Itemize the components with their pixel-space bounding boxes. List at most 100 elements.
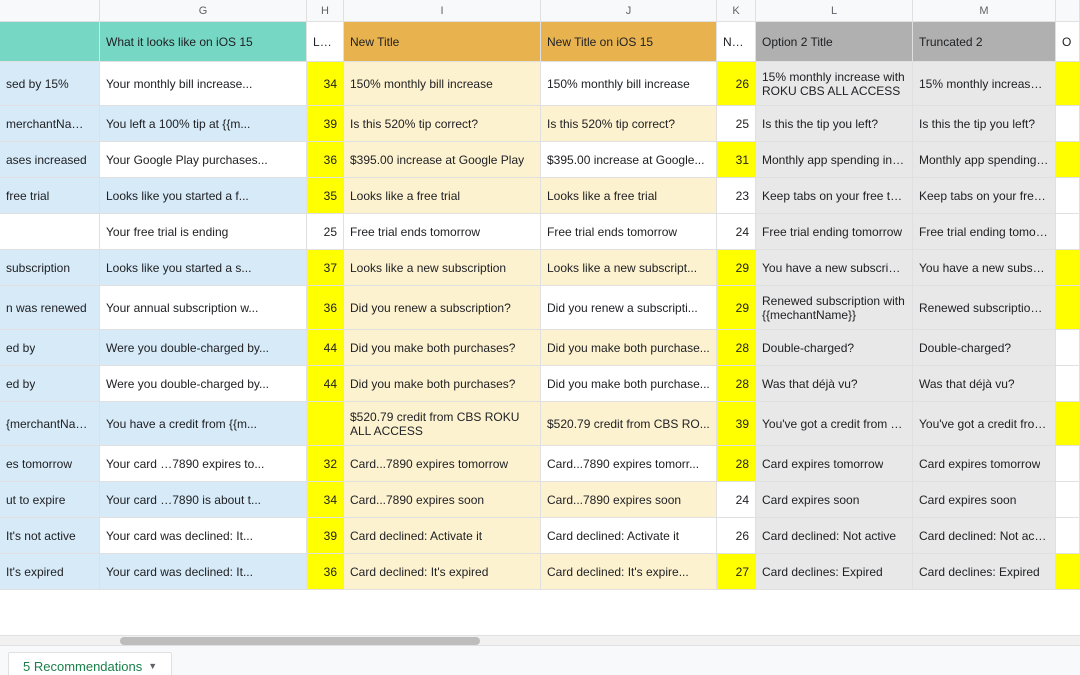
- cell-J[interactable]: Free trial ends tomorrow: [541, 214, 717, 249]
- cell-F[interactable]: ut to expire: [0, 482, 100, 517]
- cell-F[interactable]: ases increased: [0, 142, 100, 177]
- col-header-J[interactable]: J: [541, 0, 717, 21]
- cell-F[interactable]: It's not active: [0, 518, 100, 553]
- cell-M[interactable]: You've got a credit from T...: [913, 402, 1056, 445]
- cell-H[interactable]: 32: [307, 446, 344, 481]
- cell-J[interactable]: Card...7890 expires soon: [541, 482, 717, 517]
- cell-J[interactable]: $395.00 increase at Google...: [541, 142, 717, 177]
- cell-F[interactable]: sed by 15%: [0, 62, 100, 105]
- cell-L[interactable]: Free trial ending tomorrow: [756, 214, 913, 249]
- cell-N[interactable]: [1056, 554, 1080, 589]
- cell-H[interactable]: 39: [307, 518, 344, 553]
- col-header-M[interactable]: M: [913, 0, 1056, 21]
- cell-K[interactable]: 29: [717, 286, 756, 329]
- cell-H[interactable]: 37: [307, 250, 344, 285]
- cell-N[interactable]: [1056, 330, 1080, 365]
- horizontal-scrollbar[interactable]: [0, 635, 1080, 645]
- cell-K[interactable]: 31: [717, 142, 756, 177]
- cell-H[interactable]: 36: [307, 142, 344, 177]
- cell-L[interactable]: Double-charged?: [756, 330, 913, 365]
- cell-F[interactable]: free trial: [0, 178, 100, 213]
- cell-G[interactable]: Your annual subscription w...: [100, 286, 307, 329]
- cell-F[interactable]: merchantName}}: [0, 106, 100, 141]
- col-header-G[interactable]: G: [100, 0, 307, 21]
- hdr-H[interactable]: Length: [307, 22, 344, 61]
- hdr-I[interactable]: New Title: [344, 22, 541, 61]
- cell-K[interactable]: 24: [717, 214, 756, 249]
- col-header-L[interactable]: L: [756, 0, 913, 21]
- cell-F[interactable]: [0, 214, 100, 249]
- cell-I[interactable]: Did you make both purchases?: [344, 330, 541, 365]
- cell-J[interactable]: Card...7890 expires tomorr...: [541, 446, 717, 481]
- cell-K[interactable]: 28: [717, 366, 756, 401]
- cell-I[interactable]: Did you renew a subscription?: [344, 286, 541, 329]
- cell-G[interactable]: You left a 100% tip at {{m...: [100, 106, 307, 141]
- cell-K[interactable]: 28: [717, 330, 756, 365]
- cell-I[interactable]: Card declined: It's expired: [344, 554, 541, 589]
- cell-J[interactable]: $520.79 credit from CBS RO...: [541, 402, 717, 445]
- cell-H[interactable]: 35: [307, 178, 344, 213]
- cell-M[interactable]: 15% monthly increase with ...: [913, 62, 1056, 105]
- hdr-M[interactable]: Truncated 2: [913, 22, 1056, 61]
- cell-L[interactable]: Keep tabs on your free trial: [756, 178, 913, 213]
- cell-J[interactable]: Looks like a new subscript...: [541, 250, 717, 285]
- cell-G[interactable]: Your Google Play purchases...: [100, 142, 307, 177]
- col-header-I[interactable]: I: [344, 0, 541, 21]
- hdr-G[interactable]: What it looks like on iOS 15: [100, 22, 307, 61]
- cell-G[interactable]: Your free trial is ending: [100, 214, 307, 249]
- cell-M[interactable]: Free trial ending tomorrow: [913, 214, 1056, 249]
- col-header-H[interactable]: H: [307, 0, 344, 21]
- cell-H[interactable]: 36: [307, 554, 344, 589]
- cell-H[interactable]: [307, 402, 344, 445]
- cell-N[interactable]: [1056, 178, 1080, 213]
- cell-I[interactable]: 150% monthly bill increase: [344, 62, 541, 105]
- cell-M[interactable]: You have a new subscriptio...: [913, 250, 1056, 285]
- cell-I[interactable]: $395.00 increase at Google Play: [344, 142, 541, 177]
- cell-K[interactable]: 26: [717, 62, 756, 105]
- hdr-L[interactable]: Option 2 Title: [756, 22, 913, 61]
- cell-F[interactable]: ed by: [0, 330, 100, 365]
- cell-L[interactable]: Renewed subscription with {{mechantName}…: [756, 286, 913, 329]
- cell-K[interactable]: 25: [717, 106, 756, 141]
- cell-N[interactable]: [1056, 482, 1080, 517]
- cell-M[interactable]: Renewed subscription with ...: [913, 286, 1056, 329]
- cell-I[interactable]: Card...7890 expires soon: [344, 482, 541, 517]
- cell-M[interactable]: Card declines: Expired: [913, 554, 1056, 589]
- cell-J[interactable]: Did you make both purchase...: [541, 330, 717, 365]
- cell-N[interactable]: [1056, 250, 1080, 285]
- cell-N[interactable]: [1056, 446, 1080, 481]
- hdr-N[interactable]: Opti: [1056, 22, 1080, 61]
- cell-N[interactable]: [1056, 142, 1080, 177]
- cell-L[interactable]: Was that déjà vu?: [756, 366, 913, 401]
- cell-M[interactable]: Is this the tip you left?: [913, 106, 1056, 141]
- cell-J[interactable]: Card declined: Activate it: [541, 518, 717, 553]
- cell-J[interactable]: Did you make both purchase...: [541, 366, 717, 401]
- cell-M[interactable]: Card declined: Not active: [913, 518, 1056, 553]
- cell-N[interactable]: [1056, 106, 1080, 141]
- cell-J[interactable]: Is this 520% tip correct?: [541, 106, 717, 141]
- cell-K[interactable]: 26: [717, 518, 756, 553]
- sheet-tab-active[interactable]: 5 Recommendations ▼: [8, 652, 172, 675]
- hdr-K[interactable]: New Length: [717, 22, 756, 61]
- cell-N[interactable]: [1056, 214, 1080, 249]
- cell-I[interactable]: Looks like a new subscription: [344, 250, 541, 285]
- cell-K[interactable]: 27: [717, 554, 756, 589]
- cell-G[interactable]: Looks like you started a s...: [100, 250, 307, 285]
- col-header-K[interactable]: K: [717, 0, 756, 21]
- cell-I[interactable]: Is this 520% tip correct?: [344, 106, 541, 141]
- cell-N[interactable]: [1056, 286, 1080, 329]
- cell-J[interactable]: Card declined: It's expire...: [541, 554, 717, 589]
- cell-G[interactable]: You have a credit from {{m...: [100, 402, 307, 445]
- cell-H[interactable]: 25: [307, 214, 344, 249]
- cell-F[interactable]: ed by: [0, 366, 100, 401]
- cell-H[interactable]: 44: [307, 366, 344, 401]
- cell-L[interactable]: Card declined: Not active: [756, 518, 913, 553]
- cell-G[interactable]: Your card was declined: It...: [100, 518, 307, 553]
- col-header-N[interactable]: [1056, 0, 1080, 21]
- cell-G[interactable]: Your card …7890 is about t...: [100, 482, 307, 517]
- cell-N[interactable]: [1056, 402, 1080, 445]
- cell-G[interactable]: Were you double-charged by...: [100, 366, 307, 401]
- cell-K[interactable]: 39: [717, 402, 756, 445]
- cell-H[interactable]: 36: [307, 286, 344, 329]
- grid-body[interactable]: What it looks like on iOS 15 Length New …: [0, 22, 1080, 635]
